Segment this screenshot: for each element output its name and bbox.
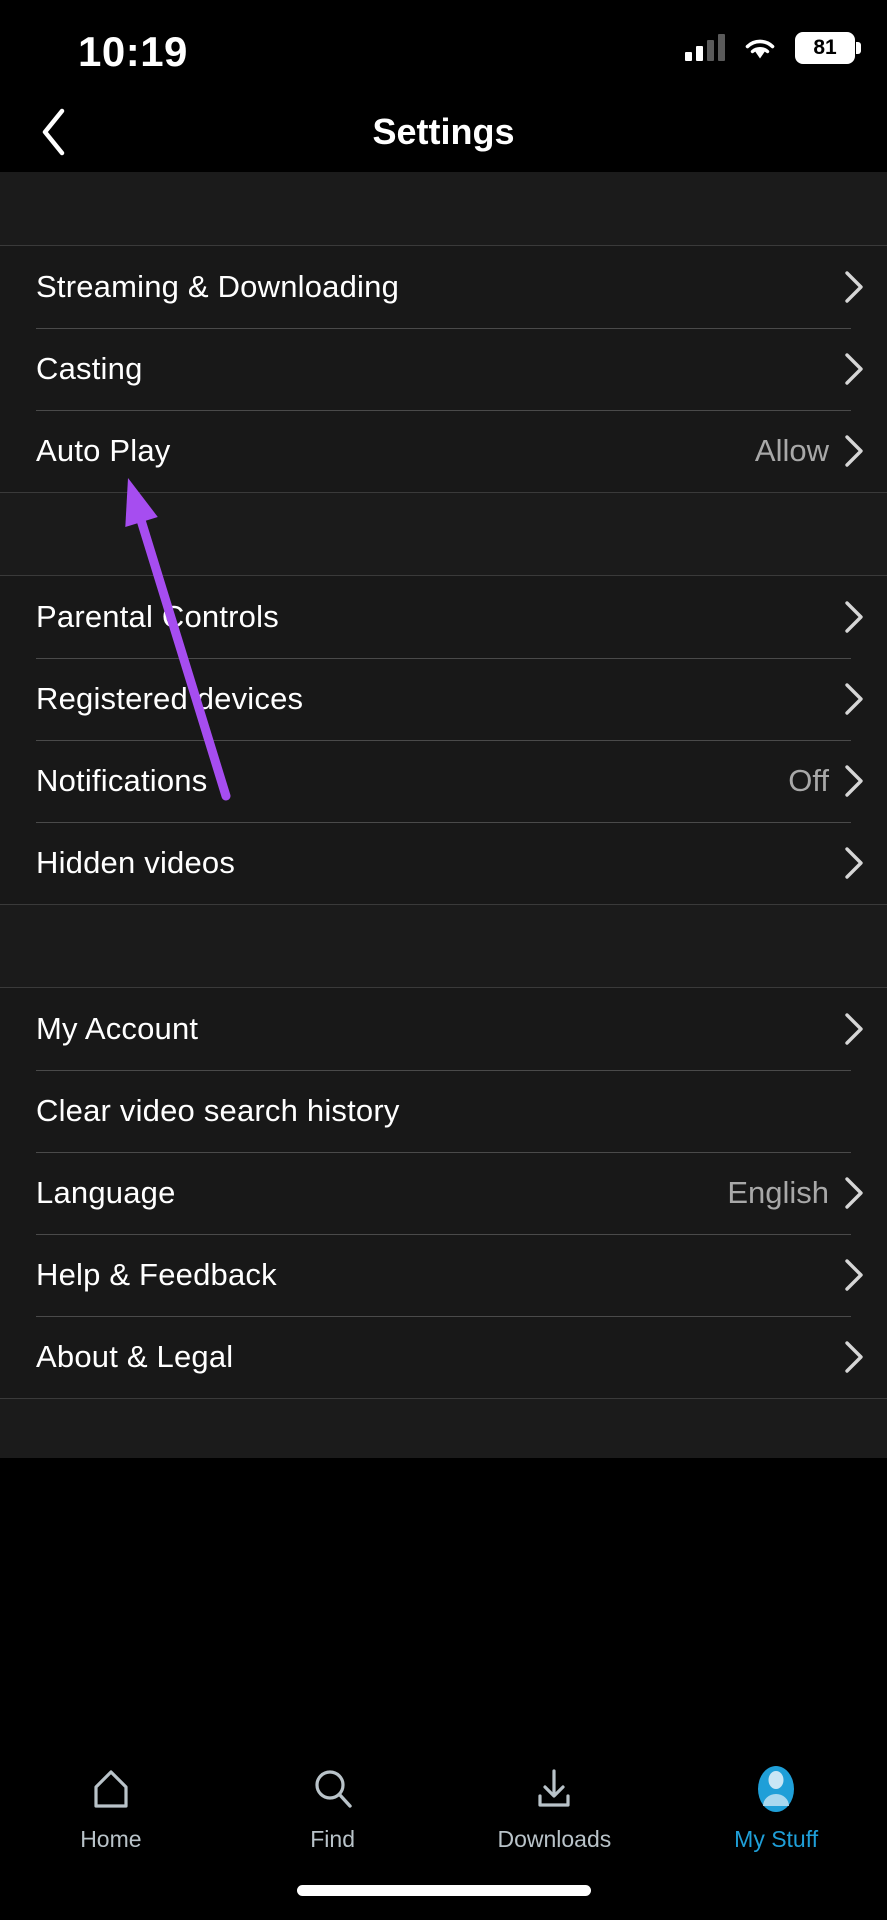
tab-label: Home — [80, 1826, 142, 1852]
chevron-right-icon — [845, 271, 863, 303]
page-title: Settings — [372, 111, 515, 152]
chevron-right-icon — [845, 601, 863, 633]
row-label: Streaming & Downloading — [36, 269, 400, 304]
row-language[interactable]: Language English — [0, 1152, 887, 1234]
battery-level: 81 — [813, 36, 837, 59]
tab-label: Find — [310, 1826, 355, 1852]
row-label: Notifications — [36, 763, 208, 798]
row-accessory: English — [727, 1175, 865, 1211]
download-icon — [526, 1762, 582, 1816]
cellular-signal-icon — [685, 34, 725, 61]
row-value: Allow — [754, 433, 829, 468]
row-accessory — [829, 1340, 865, 1374]
chevron-right-icon — [845, 1341, 863, 1373]
row-accessory — [829, 600, 865, 634]
row-accessory — [829, 1258, 865, 1292]
chevron-right-icon — [845, 1259, 863, 1291]
chevron-left-icon — [42, 108, 65, 156]
row-label: Hidden videos — [36, 845, 236, 880]
row-about-and-legal[interactable]: About & Legal — [0, 1316, 887, 1398]
row-label: About & Legal — [36, 1339, 234, 1374]
chevron-right-icon — [845, 847, 863, 879]
row-value: Off — [788, 763, 829, 798]
group-spacer — [0, 172, 887, 246]
group-spacer — [0, 492, 887, 576]
row-label: Parental Controls — [36, 599, 279, 634]
home-icon — [83, 1762, 139, 1816]
row-registered-devices[interactable]: Registered devices — [0, 658, 887, 740]
row-auto-play[interactable]: Auto Play Allow — [0, 410, 887, 492]
battery-icon: 81 — [795, 32, 861, 64]
row-label: Clear video search history — [36, 1093, 400, 1128]
settings-group-1: Streaming & Downloading Casting Auto Pla… — [0, 246, 887, 492]
avatar-icon — [748, 1762, 804, 1816]
settings-list: Streaming & Downloading Casting Auto Pla… — [0, 172, 887, 1744]
tab-label: Downloads — [497, 1826, 612, 1852]
nav-bar: Settings — [0, 92, 887, 172]
row-label: Help & Feedback — [36, 1257, 277, 1292]
tab-label: My Stuff — [734, 1826, 819, 1852]
settings-screen: 10:19 81 Settings Streaming & Downloadin… — [0, 0, 887, 1920]
status-indicators: 81 — [685, 32, 861, 64]
settings-group-3: My Account Clear video search history La… — [0, 988, 887, 1398]
status-bar: 10:19 81 — [0, 0, 887, 92]
row-accessory — [829, 352, 865, 386]
row-casting[interactable]: Casting — [0, 328, 887, 410]
chevron-right-icon — [845, 683, 863, 715]
chevron-right-icon — [845, 765, 863, 797]
tab-home[interactable]: Home — [0, 1762, 222, 1853]
bottom-tab-bar: Home Find Downloads My Stuff — [0, 1744, 887, 1920]
row-accessory: Allow — [755, 433, 865, 469]
row-label: Registered devices — [36, 681, 304, 716]
row-clear-video-search-history[interactable]: Clear video search history — [0, 1070, 887, 1152]
row-hidden-videos[interactable]: Hidden videos — [0, 822, 887, 904]
tab-find[interactable]: Find — [222, 1762, 444, 1853]
chevron-right-icon — [845, 1013, 863, 1045]
home-indicator — [296, 1885, 591, 1896]
row-parental-controls[interactable]: Parental Controls — [0, 576, 887, 658]
chevron-right-icon — [845, 1177, 863, 1209]
tab-my-stuff[interactable]: My Stuff — [665, 1762, 887, 1853]
status-time: 10:19 — [78, 28, 188, 75]
chevron-right-icon — [845, 435, 863, 467]
row-accessory — [829, 1012, 865, 1046]
chevron-right-icon — [845, 353, 863, 385]
back-button[interactable] — [26, 104, 82, 160]
group-spacer — [0, 904, 887, 988]
row-accessory — [829, 846, 865, 880]
row-my-account[interactable]: My Account — [0, 988, 887, 1070]
search-icon — [305, 1762, 361, 1816]
row-help-and-feedback[interactable]: Help & Feedback — [0, 1234, 887, 1316]
settings-group-2: Parental Controls Registered devices Not… — [0, 576, 887, 904]
row-label: Casting — [36, 351, 143, 386]
row-label: Auto Play — [36, 433, 171, 468]
row-accessory — [829, 270, 865, 304]
row-streaming-and-downloading[interactable]: Streaming & Downloading — [0, 246, 887, 328]
row-accessory — [829, 682, 865, 716]
tab-downloads[interactable]: Downloads — [444, 1762, 666, 1853]
row-label: Language — [36, 1175, 176, 1210]
group-spacer-bottom — [0, 1398, 887, 1458]
wifi-icon — [743, 35, 777, 61]
row-accessory: Off — [788, 763, 865, 799]
row-value: English — [727, 1175, 829, 1210]
row-notifications[interactable]: Notifications Off — [0, 740, 887, 822]
row-label: My Account — [36, 1011, 199, 1046]
